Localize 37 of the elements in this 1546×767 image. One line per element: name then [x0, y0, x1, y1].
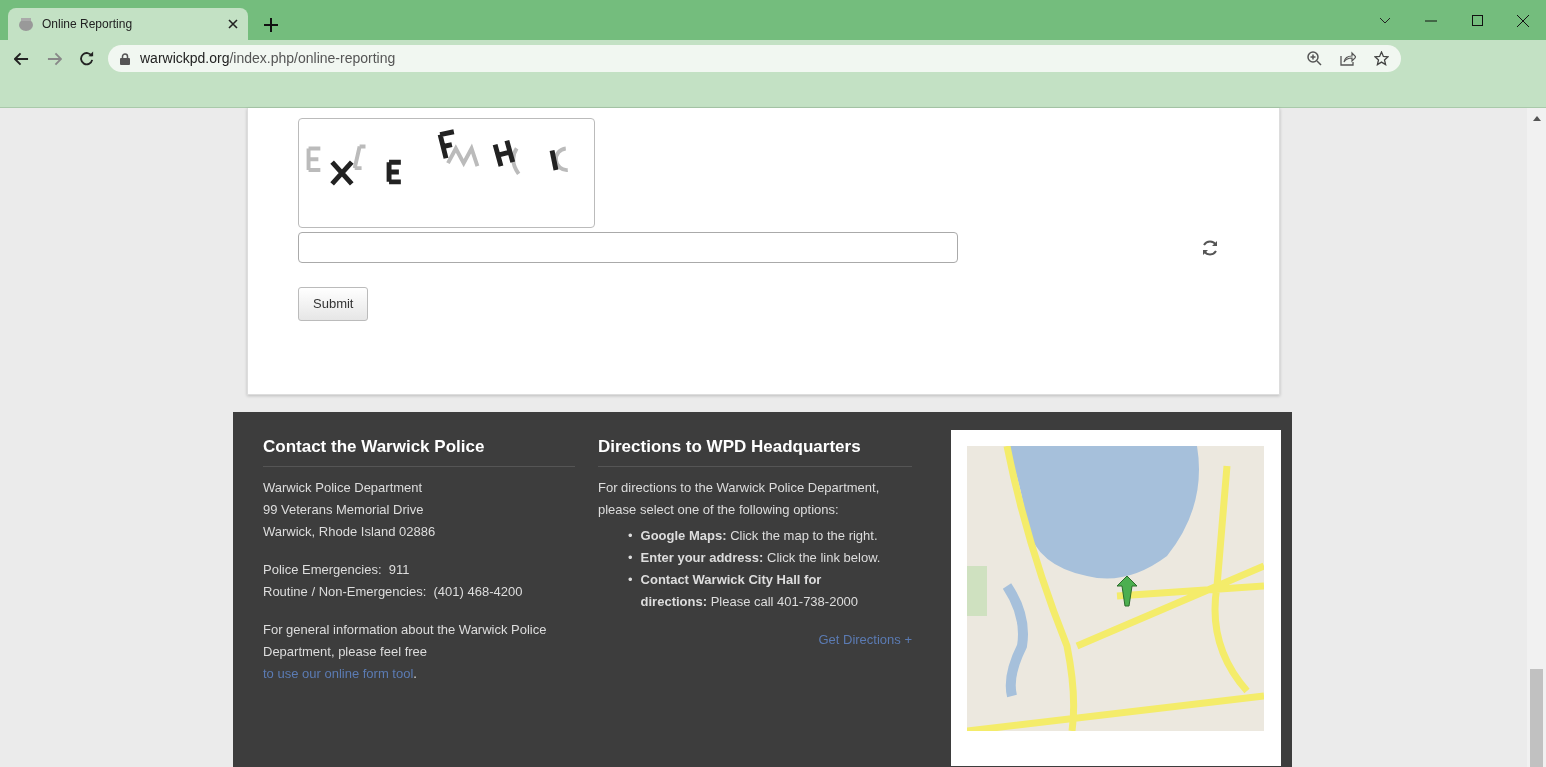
refresh-icon[interactable]	[1201, 238, 1219, 257]
lock-icon	[120, 52, 130, 65]
phone-line: Police Emergencies: 911	[263, 561, 411, 579]
new-tab-icon[interactable]	[264, 18, 278, 32]
phone-line: Routine / Non-Emergencies: (401) 468-4200	[263, 583, 524, 601]
footer-heading: Contact the Warwick Police	[263, 436, 575, 467]
address-line: Warwick Police Department	[263, 479, 424, 497]
address-line: Warwick, Rhode Island 02886	[263, 523, 437, 541]
address-line: 99 Veterans Memorial Drive	[263, 501, 425, 519]
minimize-icon[interactable]	[1425, 19, 1437, 22]
direction-option: Enter your address: Click the link below.	[640, 547, 881, 569]
info-paragraph: For general information about the Warwick Police Department, please feel free to use our online form tool.	[263, 621, 548, 683]
address-bar[interactable]: warwickpd.org/index.php/online-reporting	[108, 45, 1401, 72]
scrollbar[interactable]	[1527, 108, 1546, 767]
browser-tab[interactable]: Online Reporting	[8, 8, 248, 40]
close-icon[interactable]	[228, 19, 238, 29]
captcha-input-field[interactable]	[298, 232, 958, 263]
zoom-icon[interactable]	[1307, 51, 1322, 66]
star-icon[interactable]	[1374, 51, 1389, 66]
direction-option: Google Maps: Click the map to the right.	[640, 525, 878, 547]
scrollbar-thumb[interactable]	[1530, 669, 1543, 767]
scroll-up-icon[interactable]	[1532, 116, 1541, 121]
direction-option: Contact Warwick City Hall for directions: Please call 401-738-2000	[640, 569, 888, 613]
url-text: warwickpd.org/index.php/online-reporting	[140, 49, 396, 68]
reload-icon[interactable]	[79, 51, 94, 66]
share-icon[interactable]	[1340, 51, 1356, 66]
bullet: •	[628, 571, 633, 589]
back-arrow-icon[interactable]	[14, 51, 29, 66]
close-icon[interactable]	[1517, 14, 1529, 27]
footer-heading: Directions to WPD Headquarters	[598, 436, 912, 467]
submit-button[interactable]: Submit	[298, 287, 369, 321]
directions-intro: For directions to the Warwick Police Department, please select one of the following options:	[598, 479, 881, 519]
chevron-down-icon[interactable]	[1379, 16, 1391, 25]
bullet: •	[628, 549, 633, 567]
bullet: •	[628, 527, 633, 545]
maximize-icon[interactable]	[1471, 15, 1483, 27]
tab-title: Online Reporting	[42, 16, 134, 33]
